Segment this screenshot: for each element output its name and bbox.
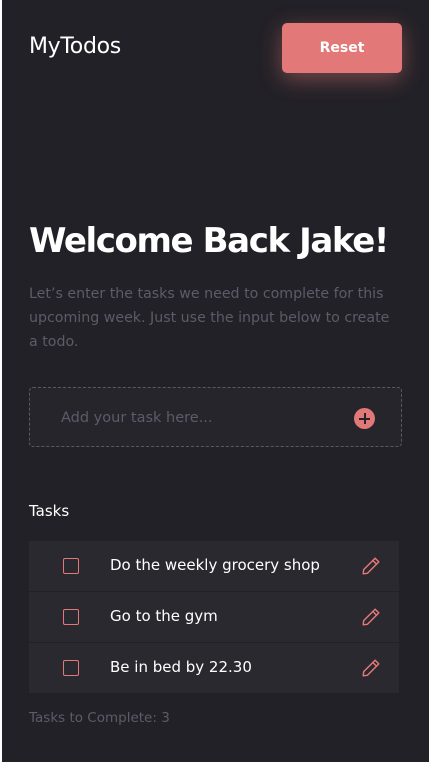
task-item: Go to the gym bbox=[29, 592, 399, 642]
intro-text: Let’s enter the tasks we need to complet… bbox=[29, 286, 390, 350]
task-checkbox[interactable] bbox=[63, 558, 79, 574]
app-container: MyTodos Reset Welcome Back Jake! Let’s e… bbox=[2, 0, 429, 762]
task-label: Go to the gym bbox=[110, 607, 218, 625]
task-checkbox[interactable] bbox=[63, 609, 79, 625]
task-checkbox[interactable] bbox=[63, 660, 79, 676]
tasks-remaining-count: Tasks to Complete: 3 bbox=[29, 710, 170, 726]
pencil-icon[interactable] bbox=[360, 606, 382, 628]
task-label: Do the weekly grocery shop bbox=[110, 556, 320, 574]
pencil-icon[interactable] bbox=[360, 555, 382, 577]
task-item: Be in bed by 22.30 bbox=[29, 643, 399, 693]
task-input[interactable] bbox=[61, 408, 341, 428]
plus-circle-icon[interactable] bbox=[354, 408, 375, 429]
add-task-form bbox=[29, 387, 402, 447]
pencil-icon[interactable] bbox=[360, 657, 382, 679]
tasks-heading: Tasks bbox=[29, 502, 70, 520]
task-list: Do the weekly grocery shop Go to the gym… bbox=[29, 541, 399, 694]
task-item: Do the weekly grocery shop bbox=[29, 541, 399, 591]
reset-button[interactable]: Reset bbox=[282, 23, 402, 73]
task-label: Be in bed by 22.30 bbox=[110, 658, 252, 676]
page-title: Welcome Back Jake! bbox=[29, 221, 389, 261]
app-logo: MyTodos bbox=[29, 34, 121, 59]
